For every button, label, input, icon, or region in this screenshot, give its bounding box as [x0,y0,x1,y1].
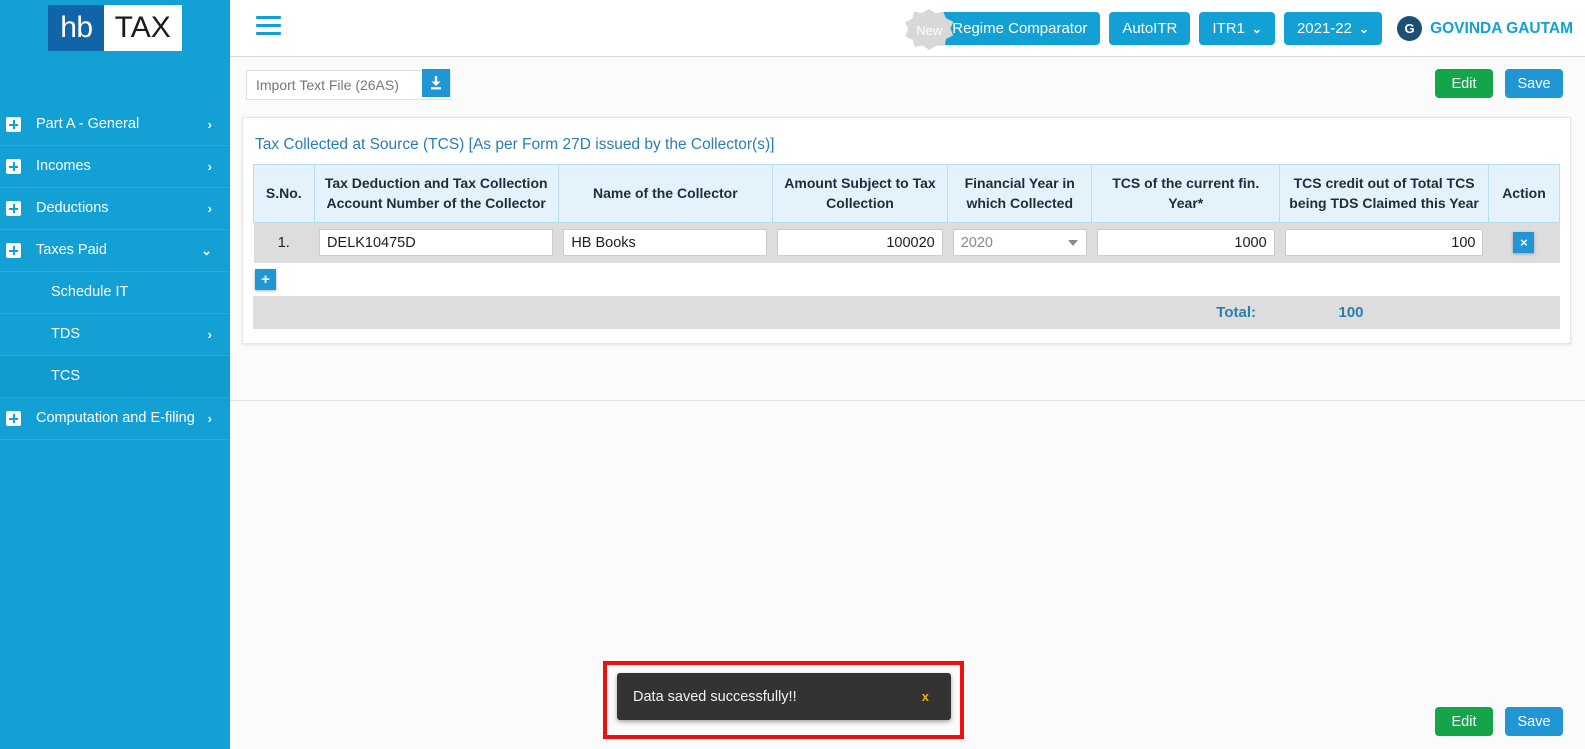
column-header-collector-name: Name of the Collector [557,163,773,224]
plus-box-icon [6,117,21,132]
tan-input[interactable] [319,229,554,257]
chevron-right-icon: › [207,159,212,174]
sidebar-item-part-a-general[interactable]: Part A - General › [0,104,230,146]
bottom-action-buttons: Edit Save [1435,707,1563,736]
toast-notification: Data saved successfully!! x [617,673,951,720]
chevron-down-icon: ⌄ [1251,21,1262,36]
edit-button-top[interactable]: Edit [1435,69,1493,98]
cell-tcs-current-year [1091,222,1280,263]
financial-year-select[interactable]: 2020 [952,229,1087,257]
total-label: Total: [1216,303,1256,321]
chevron-right-icon: › [207,411,212,426]
cell-tcs-credit-claimed [1279,222,1489,263]
sidebar-item-deductions[interactable]: Deductions › [0,188,230,230]
user-menu[interactable]: G GOVINDA GAUTAM [1397,16,1573,41]
close-icon[interactable]: x [922,689,951,704]
column-header-financial-year: Financial Year in which Collected [947,163,1093,224]
total-value: 100 [1338,303,1364,321]
add-row-container: + [253,262,1560,296]
column-header-tan: Tax Deduction and Tax Collection Account… [313,163,559,224]
assessment-year-value: 2021-22 [1296,20,1352,37]
sidebar-item-incomes[interactable]: Incomes › [0,146,230,188]
collector-name-input[interactable] [563,229,768,257]
sidebar-item-label: Incomes [36,158,91,175]
toast-message: Data saved successfully!! [633,688,797,705]
save-button-top[interactable]: Save [1505,69,1563,98]
sidebar-item-label: Computation and E-filing [36,410,195,427]
chevron-down-icon: ⌄ [201,242,212,258]
column-header-tcs-current-year: TCS of the current fin. Year* [1091,163,1281,224]
cell-amount-subject [772,222,948,263]
column-header-tcs-credit-claimed: TCS credit out of Total TCS being TDS Cl… [1279,163,1489,224]
import-placeholder-label: Import Text File (26AS) [256,77,399,93]
main-content: Import Text File (26AS) Edit Save Tax Co… [230,57,1585,749]
sidebar: hb TAX Part A - General › Incomes › Dedu… [0,0,230,749]
plus-box-icon [6,243,21,258]
sidebar-item-tcs[interactable]: TCS [0,356,230,398]
download-icon[interactable] [422,69,450,97]
cell-action: × [1488,222,1560,263]
itr-form-value: ITR1 [1212,20,1245,37]
column-header-action: Action [1487,163,1561,224]
financial-year-select-wrapper: 2020 [952,229,1087,257]
auto-itr-button[interactable]: AutoITR [1109,12,1191,45]
tcs-card: Tax Collected at Source (TCS) [As per Fo… [242,117,1571,344]
sidebar-item-schedule-it[interactable]: Schedule IT [0,272,230,314]
sidebar-nav: Part A - General › Incomes › Deductions … [0,104,230,440]
sidebar-item-label: Deductions [36,200,109,217]
save-button-bottom[interactable]: Save [1505,707,1563,736]
username-label: GOVINDA GAUTAM [1430,19,1573,37]
chevron-right-icon: › [207,201,212,216]
cell-tan [314,222,559,263]
sidebar-item-label: Schedule IT [51,284,129,301]
cell-collector-name [558,222,773,263]
avatar: G [1397,16,1423,41]
itr-form-dropdown[interactable]: ITR1 ⌄ [1199,12,1275,45]
sidebar-item-label: Taxes Paid [36,242,107,259]
plus-box-icon [6,411,21,426]
cell-sno: 1. [253,222,315,263]
delete-row-button[interactable]: × [1513,232,1535,254]
section-divider [230,400,1585,401]
column-header-sno: S.No. [253,163,315,224]
sidebar-item-label: TCS [51,368,80,385]
logo-tax-text: TAX [103,5,182,51]
plus-box-icon [6,201,21,216]
table-row: 1. 2020 [253,222,1560,263]
table-header-row: S.No. Tax Deduction and Tax Collection A… [253,163,1561,224]
column-header-amount-subject: Amount Subject to Tax Collection [771,163,949,224]
sidebar-item-computation-and-efiling[interactable]: Computation and E-filing › [0,398,230,440]
app-logo[interactable]: hb TAX [0,0,230,56]
tcs-credit-claimed-input[interactable] [1284,229,1484,257]
sidebar-item-label: TDS [51,326,80,343]
hamburger-icon[interactable] [256,16,281,38]
chevron-down-icon: ⌄ [1359,21,1370,36]
regime-comparator-wrapper: New Regime Comparator [905,9,1101,50]
top-header: New Regime Comparator AutoITR ITR1 ⌄ 202… [230,0,1585,57]
sidebar-item-label: Part A - General [36,116,140,133]
chevron-right-icon: › [207,117,212,132]
regime-comparator-button[interactable]: Regime Comparator [939,12,1101,45]
logo-hb-text: hb [48,5,104,51]
chevron-right-icon: › [207,327,212,342]
amount-subject-input[interactable] [777,229,943,257]
import-text-file-field[interactable]: Import Text File (26AS) [246,70,451,100]
tcs-table: S.No. Tax Deduction and Tax Collection A… [253,163,1561,263]
plus-box-icon [6,159,21,174]
edit-button-bottom[interactable]: Edit [1435,707,1493,736]
top-action-buttons: Edit Save [1435,69,1563,98]
toolbar: Import Text File (26AS) Edit Save [230,57,1585,114]
total-row: Total: 100 [253,295,1560,329]
header-actions: New Regime Comparator AutoITR ITR1 ⌄ 202… [905,0,1577,57]
tcs-current-year-input[interactable] [1096,229,1275,257]
sidebar-item-taxes-paid[interactable]: Taxes Paid ⌄ [0,230,230,272]
sidebar-item-tds[interactable]: TDS › [0,314,230,356]
assessment-year-dropdown[interactable]: 2021-22 ⌄ [1283,12,1383,45]
cell-financial-year: 2020 [947,222,1092,263]
page-title: Tax Collected at Source (TCS) [As per Fo… [255,136,775,153]
add-row-button[interactable]: + [255,268,276,290]
